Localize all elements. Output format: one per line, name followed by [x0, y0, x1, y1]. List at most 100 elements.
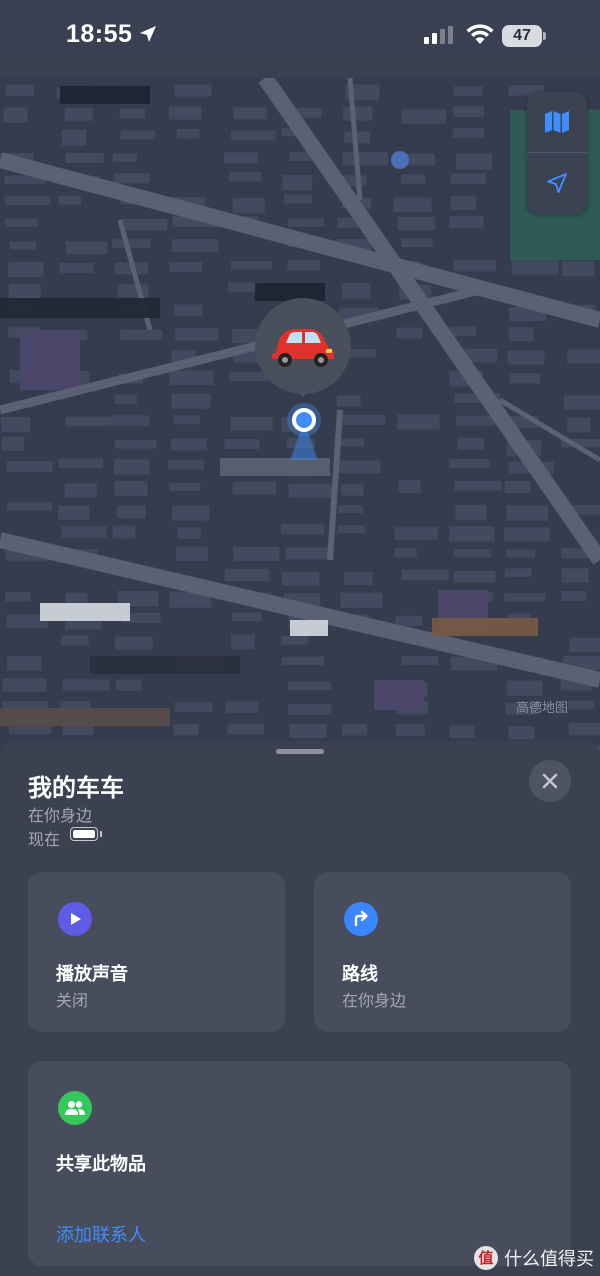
map-building [65, 152, 104, 164]
map-building [117, 284, 149, 298]
map-building [505, 549, 536, 558]
map-building [230, 416, 273, 431]
map-building [504, 593, 546, 602]
map-building [5, 84, 34, 97]
map-view[interactable]: 18:55 47 高德地图 [0, 0, 600, 760]
map-building [401, 238, 433, 248]
map-building [508, 725, 535, 740]
map-building [59, 262, 94, 273]
add-contact-link[interactable]: 添加联系人 [56, 1221, 146, 1247]
map-building [288, 218, 325, 227]
directions-card[interactable]: 路线 在你身边 [314, 872, 571, 1032]
map-building [449, 525, 495, 542]
map-building [58, 458, 103, 469]
map-building [169, 261, 202, 272]
play-sound-card[interactable]: 播放声音 关闭 [28, 872, 285, 1032]
map-building [453, 86, 483, 97]
map-building [285, 547, 329, 560]
map-mode-button[interactable] [527, 92, 587, 152]
map-building [450, 173, 486, 185]
map-icon [545, 111, 569, 133]
map-building [341, 414, 386, 426]
map-building [9, 724, 52, 735]
map-building [569, 637, 600, 652]
map-building [224, 568, 269, 581]
map-building [511, 260, 559, 275]
map-building [174, 702, 213, 712]
map-controls [527, 92, 587, 214]
map-building [65, 592, 88, 605]
map-building [504, 527, 550, 542]
map-building [281, 656, 325, 666]
map-building [6, 502, 53, 511]
map-building [567, 349, 600, 364]
map-building [453, 548, 492, 558]
map-building [0, 416, 31, 433]
map-building [396, 327, 423, 339]
map-building [114, 394, 137, 405]
map-building [450, 326, 477, 337]
map-building [281, 636, 309, 645]
map-building [448, 216, 484, 228]
item-battery-tip [100, 831, 102, 837]
map-building [282, 174, 313, 191]
map-building [58, 505, 90, 520]
map-building [4, 196, 50, 206]
item-battery-icon [70, 827, 98, 841]
map-building [509, 373, 541, 384]
map-building [113, 172, 150, 184]
map-building [561, 590, 587, 602]
map-building [8, 283, 41, 298]
play-sound-status: 关闭 [56, 991, 89, 1010]
map-building [401, 569, 449, 581]
map-building [171, 393, 211, 409]
map-building [173, 415, 200, 425]
map-building [232, 612, 262, 621]
map-building [342, 282, 371, 299]
map-building [397, 414, 440, 430]
directions-title: 路线 [342, 964, 378, 985]
map-building [6, 656, 42, 671]
people-icon [58, 1091, 92, 1125]
map-building [62, 679, 110, 691]
map-building [336, 460, 381, 474]
battery-tip [543, 32, 546, 40]
close-button[interactable] [529, 760, 571, 802]
map-building [232, 481, 276, 495]
share-item-card[interactable]: 共享此物品 添加联系人 [28, 1061, 571, 1266]
map-building [58, 195, 82, 205]
map-building [395, 615, 423, 626]
map-building [169, 370, 214, 385]
map-building [449, 725, 475, 739]
map-building [455, 153, 493, 170]
map-building [400, 174, 426, 184]
map-building [450, 196, 477, 211]
map-building [3, 107, 28, 123]
map-building [449, 459, 490, 468]
map-building [114, 439, 157, 449]
map-building [175, 328, 219, 341]
map-building [341, 723, 367, 736]
map-building [171, 239, 219, 252]
map-building [174, 304, 203, 317]
map-building [455, 504, 487, 520]
item-location-text: 在你身边 [28, 806, 93, 825]
item-name: 我的车车 [28, 774, 124, 802]
map-building [340, 592, 383, 608]
map-building [401, 656, 439, 666]
map-building [568, 723, 600, 736]
map-building [176, 129, 200, 139]
map-building [506, 505, 548, 521]
map-building [5, 218, 38, 228]
current-location-dot [287, 403, 321, 460]
map-building [281, 524, 325, 535]
map-building [112, 153, 137, 163]
map-building [287, 260, 320, 271]
map-building [288, 703, 332, 715]
map-building [401, 109, 447, 124]
map-building [233, 107, 267, 120]
locate-me-button[interactable] [527, 153, 587, 213]
map-building [168, 459, 205, 470]
map-building [504, 568, 532, 577]
sheet-grabber[interactable] [276, 749, 324, 754]
